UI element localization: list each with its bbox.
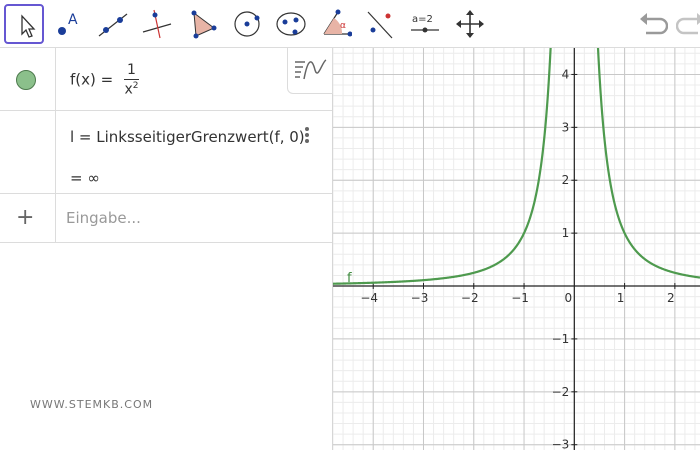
reflect-icon bbox=[367, 11, 393, 39]
y-tick-label: 3 bbox=[562, 120, 570, 134]
circle-icon bbox=[234, 11, 260, 37]
x-tick-label: −2 bbox=[461, 291, 479, 305]
fraction-denominator: x2 bbox=[124, 80, 139, 98]
angle-icon: α bbox=[323, 9, 352, 37]
angle-tool-label: α bbox=[340, 21, 346, 31]
row-marker: + bbox=[0, 194, 56, 242]
denominator-base: x bbox=[124, 81, 133, 98]
angle-tool-button[interactable]: α bbox=[316, 4, 356, 44]
equals-sign: = bbox=[100, 70, 114, 89]
series-f-right-branch bbox=[596, 48, 700, 279]
arrow-cursor-icon bbox=[21, 14, 36, 38]
circle-tool-button[interactable] bbox=[227, 4, 267, 44]
ellipse-tool-button[interactable] bbox=[271, 4, 311, 44]
plus-icon[interactable]: + bbox=[16, 207, 34, 229]
move-tool-button[interactable] bbox=[4, 4, 44, 44]
algebra-row-f[interactable]: f(x) = 1 x2 bbox=[0, 48, 332, 111]
row-marker bbox=[0, 111, 56, 193]
fraction: 1 x2 bbox=[124, 62, 139, 98]
graph-style-button[interactable] bbox=[287, 48, 333, 94]
fraction-numerator: 1 bbox=[124, 62, 139, 80]
function-lhs: f(x) bbox=[70, 70, 96, 89]
y-tick-label: 2 bbox=[562, 173, 570, 187]
watermark: WWW.STEMKB.COM bbox=[30, 398, 154, 411]
graph-style-icon bbox=[295, 59, 327, 80]
x-tick-label: 0 bbox=[564, 291, 572, 305]
line-icon bbox=[98, 13, 128, 37]
line-tool-button[interactable] bbox=[93, 4, 133, 44]
y-tick-label: −2 bbox=[552, 385, 570, 399]
x-tick-label: −4 bbox=[360, 291, 378, 305]
more-options-icon[interactable] bbox=[303, 127, 311, 147]
redo-icon[interactable] bbox=[676, 10, 700, 38]
algebra-view: f(x) = 1 x2 l = LinksseitigerGrenzwert(f… bbox=[0, 48, 333, 450]
ellipse-icon bbox=[276, 12, 306, 36]
series-f-left-branch bbox=[333, 48, 552, 285]
x-tick-label: 1 bbox=[617, 291, 625, 305]
series-label-f: f bbox=[347, 271, 352, 286]
algebra-row-l[interactable]: l = LinksseitigerGrenzwert(f, 0) = ∞ bbox=[0, 111, 332, 194]
slider-tool-button[interactable]: a=2 bbox=[405, 4, 445, 44]
y-tick-label: 4 bbox=[562, 67, 570, 81]
y-tick-label: −1 bbox=[552, 332, 570, 346]
polygon-tool-button[interactable] bbox=[182, 4, 222, 44]
x-tick-label: −1 bbox=[511, 291, 529, 305]
visibility-toggle-icon[interactable] bbox=[16, 70, 36, 90]
x-tick-label: −3 bbox=[411, 291, 429, 305]
undo-icon[interactable] bbox=[638, 10, 668, 38]
perpendicular-line-icon bbox=[142, 9, 172, 39]
slider-tool-label: a=2 bbox=[412, 14, 433, 25]
point-tool-label: A bbox=[68, 12, 78, 28]
limit-expression[interactable]: l = LinksseitigerGrenzwert(f, 0) bbox=[70, 128, 305, 146]
function-plot[interactable]: −4 −3 −2 −1 0 1 2 4 3 2 1 −1 −2 −3 f bbox=[333, 48, 700, 450]
move-graphics-tool-button[interactable] bbox=[450, 4, 490, 44]
slider-icon: a=2 bbox=[411, 14, 439, 33]
toolbar: A α a=2 bbox=[0, 0, 700, 48]
y-tick-label: −3 bbox=[552, 438, 570, 450]
algebra-input-row[interactable]: + Eingabe... bbox=[0, 194, 332, 243]
x-tick-label: 2 bbox=[667, 291, 675, 305]
y-tick-label: 1 bbox=[562, 226, 570, 240]
algebra-input-placeholder[interactable]: Eingabe... bbox=[66, 209, 141, 227]
denominator-exponent: 2 bbox=[132, 81, 139, 91]
point-icon: A bbox=[58, 12, 78, 35]
graphics-view[interactable]: −4 −3 −2 −1 0 1 2 4 3 2 1 −1 −2 −3 f bbox=[333, 48, 700, 450]
point-tool-button[interactable]: A bbox=[48, 4, 88, 44]
move-graphics-icon bbox=[456, 10, 484, 38]
row-marker bbox=[0, 48, 56, 110]
reflect-tool-button[interactable] bbox=[360, 4, 400, 44]
polygon-icon bbox=[191, 10, 217, 39]
function-definition[interactable]: f(x) = 1 x2 bbox=[70, 62, 139, 98]
perpendicular-tool-button[interactable] bbox=[137, 4, 177, 44]
limit-result: = ∞ bbox=[70, 169, 100, 187]
